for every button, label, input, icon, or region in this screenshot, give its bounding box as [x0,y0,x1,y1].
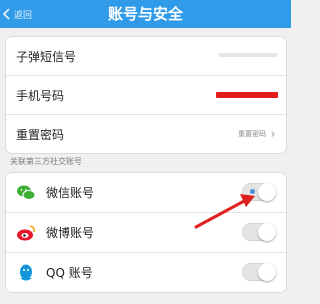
account-group: 子弹短信号 手机号码 重置密码 重置密码 › [5,36,287,154]
weibo-toggle[interactable] [242,223,276,241]
row-label: 子弹短信号 [16,49,77,64]
redacted-phone [216,92,278,98]
row-label: 重置密码 [16,127,65,142]
row-label: QQ 账号 [46,266,93,280]
row-weibo[interactable]: 微博账号 [6,213,286,253]
social-group: 微信账号 微博账号 QQ 账号 [5,172,287,293]
row-reset-password[interactable]: 重置密码 重置密码 › [6,115,286,153]
row-bullet-id[interactable]: 子弹短信号 [6,37,286,76]
page-title: 账号与安全 [107,5,183,23]
row-label: 微信账号 [46,186,95,200]
wechat-icon [16,183,36,203]
row-label: 微博账号 [46,226,95,240]
weibo-icon [16,223,36,243]
row-phone-number[interactable]: 手机号码 [6,76,286,115]
blurred-value [218,53,278,57]
row-wechat[interactable]: 微信账号 [6,173,286,213]
toggle-knob [258,223,276,241]
qq-toggle[interactable] [242,263,276,281]
qq-icon [16,263,36,283]
top-bar: 返回 账号与安全 [0,0,291,28]
reset-password-hint: 重置密码 [238,130,266,138]
wechat-toggle[interactable] [242,183,276,201]
row-label: 手机号码 [16,88,65,103]
row-qq[interactable]: QQ 账号 [6,253,286,292]
chevron-right-icon: › [270,127,276,141]
toggle-knob [258,263,276,281]
toggle-knob [258,183,276,201]
section-title: 关联第三方社交账号 [10,157,82,166]
toggle-dot [250,189,255,194]
